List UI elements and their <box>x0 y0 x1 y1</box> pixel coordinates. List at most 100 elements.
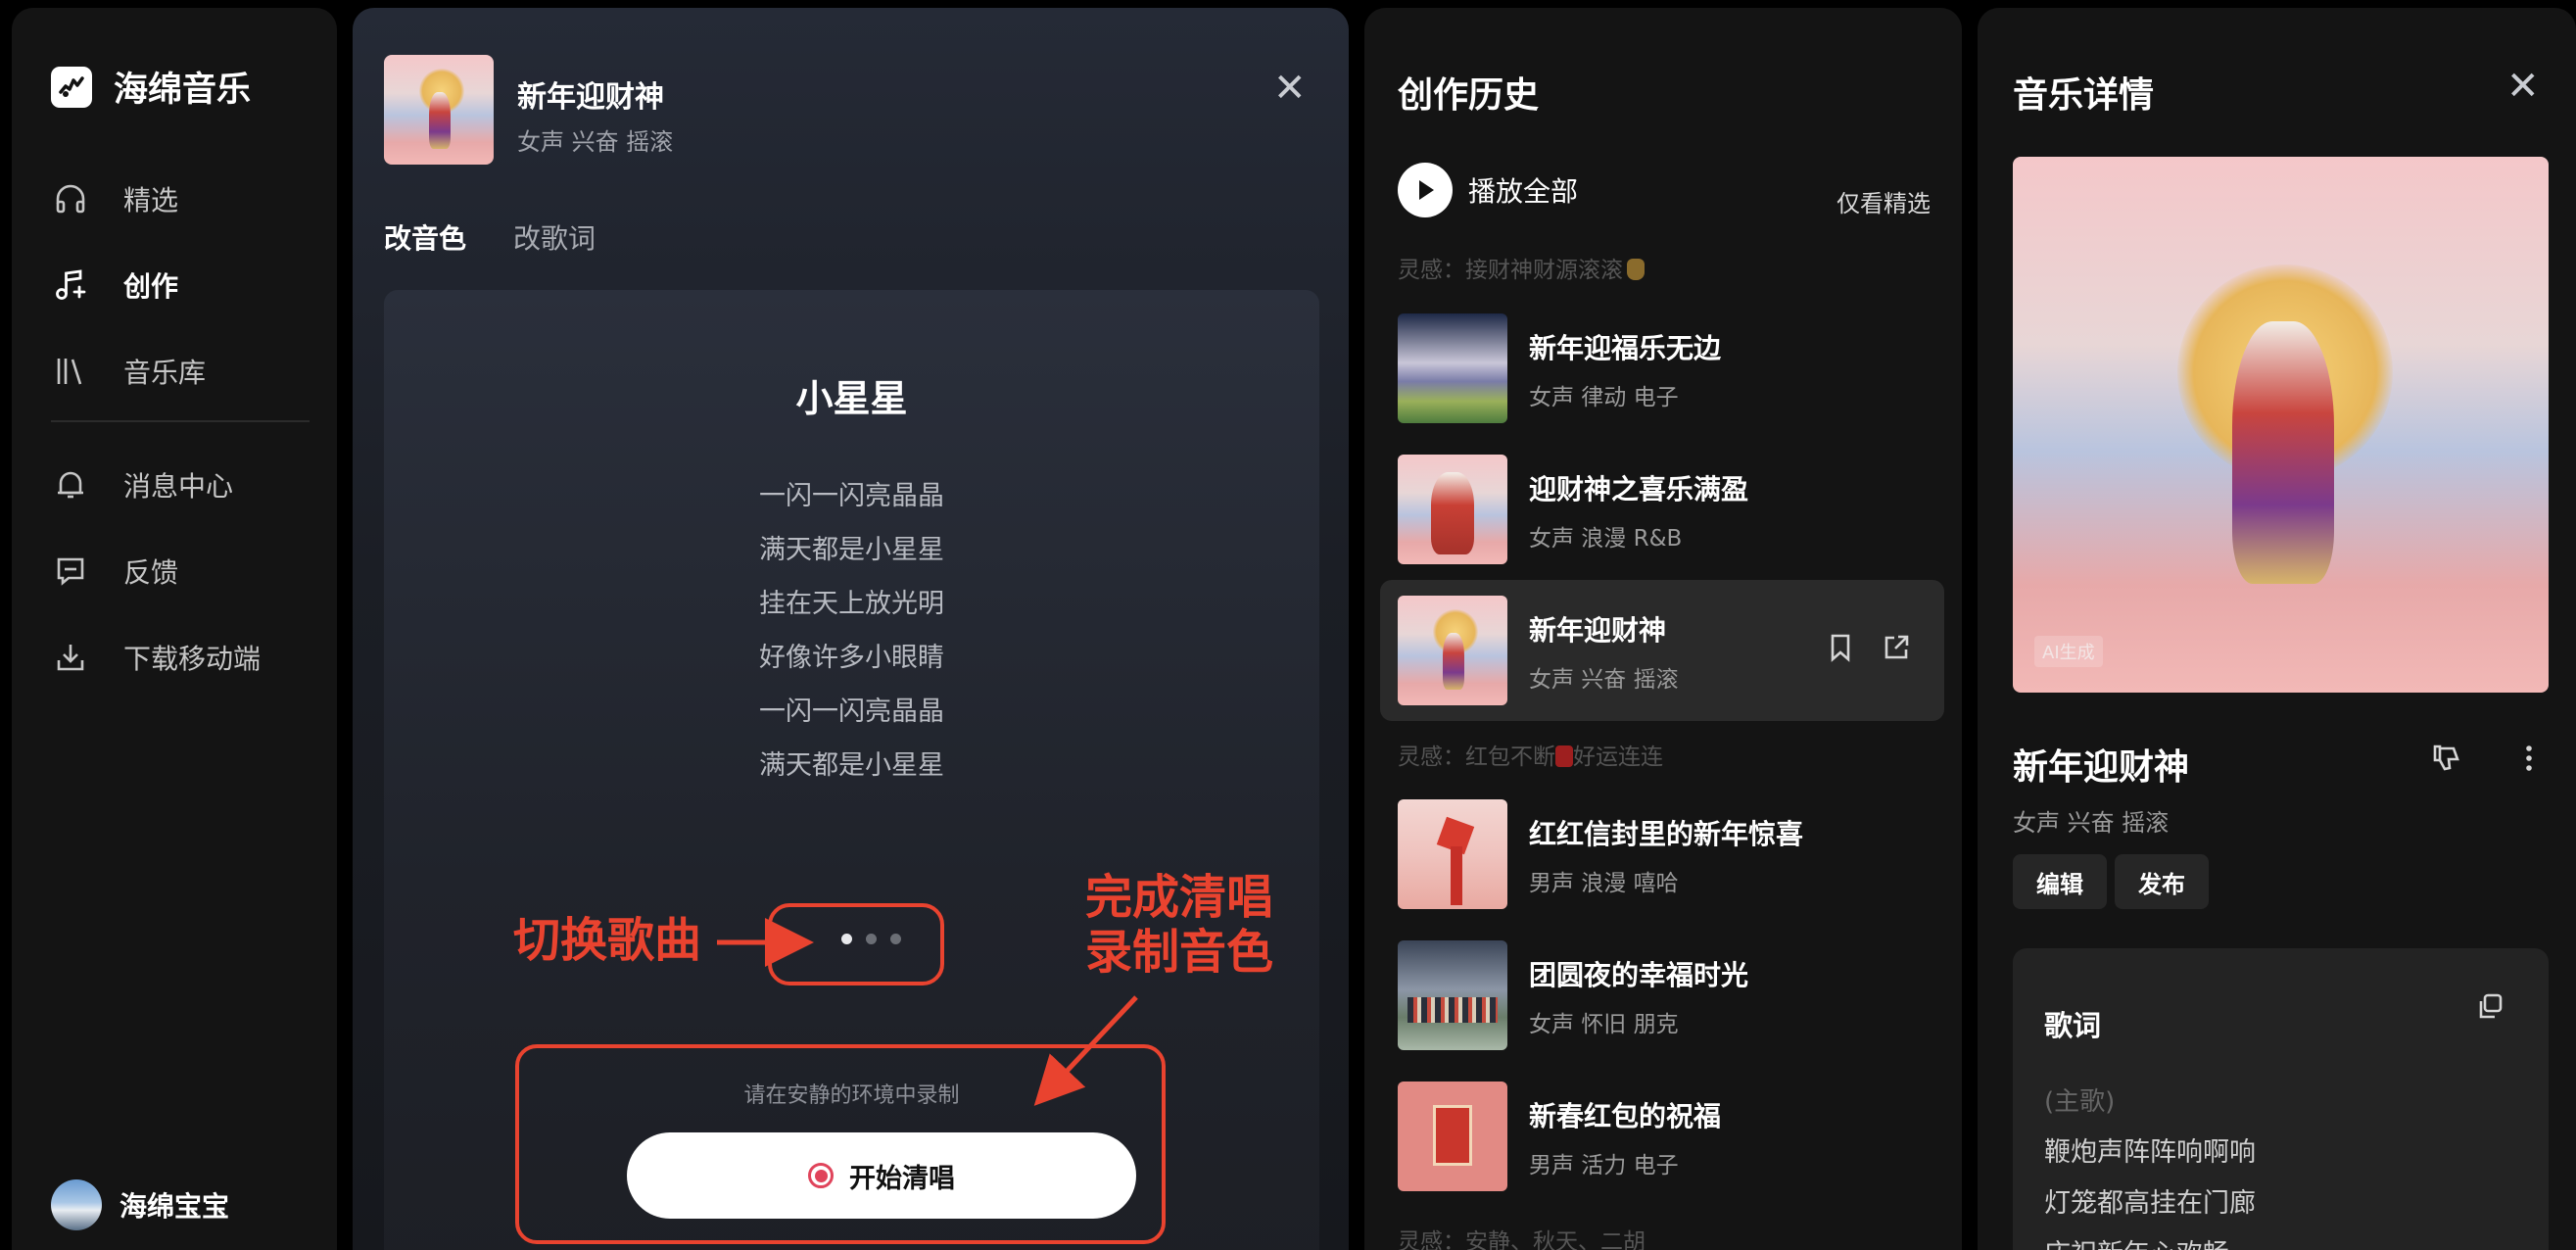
detail-song-tags: 女声 兴奋 摇滚 <box>2013 809 2170 837</box>
headphones-icon <box>51 179 90 218</box>
track-item[interactable]: 团圆夜的幸福时光 女声 怀旧 朋克 <box>1380 925 1944 1066</box>
share-icon[interactable] <box>1882 633 1911 666</box>
nav-item-featured[interactable]: 精选 <box>51 169 306 228</box>
lyrics-section: (主歌) <box>2044 1087 2116 1117</box>
avatar <box>51 1179 102 1230</box>
track-cover <box>1398 313 1507 423</box>
nav-label: 消息中心 <box>123 470 234 503</box>
annotation-finish-line1: 完成清唱 <box>1085 870 1274 925</box>
lyric-line: 挂在天上放光明 <box>759 589 944 619</box>
nav-item-create[interactable]: 创作 <box>51 256 306 314</box>
download-icon <box>51 638 90 677</box>
annotation-box-dots <box>768 903 944 986</box>
dislike-icon[interactable] <box>2430 743 2461 778</box>
song-title: 新年迎财神 <box>517 80 664 115</box>
play-all-label: 播放全部 <box>1468 175 1579 208</box>
lyric-line: 灯笼都高挂在门廊 <box>2044 1188 2256 1219</box>
nav-label: 反馈 <box>123 556 179 589</box>
track-title: 新春红包的祝福 <box>1529 1100 1722 1132</box>
track-cover <box>1398 455 1507 564</box>
nav-item-download[interactable]: 下载移动端 <box>51 628 306 687</box>
track-cover <box>1398 1082 1507 1191</box>
track-item-selected[interactable]: 新年迎财神 女声 兴奋 摇滚 <box>1380 580 1944 721</box>
user-name: 海绵宝宝 <box>119 1190 230 1223</box>
inspiration-label: 灵感：红包不断 好运连连 <box>1398 745 1663 770</box>
app-name: 海绵音乐 <box>114 71 252 110</box>
track-tags: 女声 律动 电子 <box>1529 385 1679 410</box>
nav-label: 下载移动端 <box>123 643 262 675</box>
tab-change-lyrics[interactable]: 改歌词 <box>513 217 596 257</box>
track-title: 红红信封里的新年惊喜 <box>1529 818 1804 850</box>
track-tags: 女声 兴奋 摇滚 <box>1529 667 1679 693</box>
library-icon <box>51 352 90 391</box>
inspiration-label: 灵感：接财神财源滚滚 <box>1398 251 1645 284</box>
track-tags: 女声 浪漫 R&B <box>1529 526 1683 552</box>
bookmark-icon[interactable] <box>1827 633 1854 666</box>
only-picked-toggle[interactable]: 仅看精选 <box>1837 184 1931 218</box>
track-cover <box>1398 596 1507 705</box>
nav-label: 音乐库 <box>123 357 207 389</box>
nav-label: 精选 <box>123 184 179 216</box>
lyric-line: 庆祝新年心欢畅 <box>2044 1232 2229 1250</box>
lyric-line: 鞭炮声阵阵响啊响 <box>2044 1137 2256 1168</box>
detail-cover: AI生成 <box>2013 157 2549 693</box>
track-item[interactable]: 红红信封里的新年惊喜 男声 浪漫 嘻哈 <box>1380 784 1944 925</box>
nav-item-feedback[interactable]: 反馈 <box>51 542 306 601</box>
lyric-line: 满天都是小星星 <box>759 750 944 781</box>
detail-panel: 音乐详情 ✕ AI生成 新年迎财神 女声 兴奋 摇滚 编辑 发布 歌词 (主歌)… <box>1978 8 2576 1250</box>
close-icon[interactable]: ✕ <box>2506 67 2540 106</box>
track-tags: 女声 怀旧 朋克 <box>1529 1012 1679 1037</box>
history-title: 创作历史 <box>1398 75 1540 116</box>
play-icon <box>1398 163 1453 217</box>
track-title: 迎财神之喜乐满盈 <box>1529 473 1749 505</box>
lyric-line: 好像许多小眼睛 <box>759 643 944 673</box>
track-tags: 男声 活力 电子 <box>1529 1153 1679 1178</box>
copy-icon[interactable] <box>2475 991 2504 1025</box>
money-bag-icon <box>1627 259 1645 280</box>
logo-icon <box>51 66 92 108</box>
annotation-box-record <box>515 1044 1166 1244</box>
song-cover <box>384 55 494 165</box>
tab-change-voice[interactable]: 改音色 <box>384 217 466 257</box>
app-logo[interactable]: 海绵音乐 <box>51 62 251 112</box>
track-item[interactable]: 迎财神之喜乐满盈 女声 浪漫 R&B <box>1380 439 1944 580</box>
publish-button[interactable]: 发布 <box>2115 854 2209 909</box>
nav-item-library[interactable]: 音乐库 <box>51 342 306 401</box>
track-item[interactable]: 新年迎福乐无边 女声 律动 电子 <box>1380 298 1944 439</box>
ai-generated-tag: AI生成 <box>2034 636 2103 667</box>
lyric-line: 一闪一闪亮晶晶 <box>759 697 944 727</box>
voice-panel: 新年迎财神 女声 兴奋 摇滚 ✕ 改音色 改歌词 小星星 一闪一闪亮晶晶 满天都… <box>353 8 1349 1250</box>
track-cover <box>1398 799 1507 909</box>
annotation-switch-song: 切换歌曲 <box>513 913 702 968</box>
user-profile[interactable]: 海绵宝宝 <box>51 1179 229 1230</box>
track-title: 新年迎财神 <box>1529 614 1667 647</box>
track-title: 团圆夜的幸福时光 <box>1529 959 1749 991</box>
nav-item-messages[interactable]: 消息中心 <box>51 456 306 514</box>
sample-song-name: 小星星 <box>795 377 908 420</box>
track-tags: 男声 浪漫 嘻哈 <box>1529 871 1679 896</box>
lyrics-title: 歌词 <box>2044 1009 2102 1042</box>
red-envelope-icon <box>1555 745 1573 767</box>
edit-button[interactable]: 编辑 <box>2013 854 2107 909</box>
nav-label: 创作 <box>123 270 179 303</box>
lyrics-box: 歌词 (主歌) 鞭炮声阵阵响啊响 灯笼都高挂在门廊 庆祝新年心欢畅 <box>2013 948 2549 1250</box>
nav-divider <box>51 420 310 422</box>
detail-song-title: 新年迎财神 <box>2013 747 2190 788</box>
track-item[interactable]: 新春红包的祝福 男声 活力 电子 <box>1380 1066 1944 1207</box>
sidebar: 海绵音乐 精选 创作 音乐库 消息中心 反馈 下载移动端 海绵宝宝 <box>12 8 337 1250</box>
close-icon[interactable]: ✕ <box>1273 69 1307 108</box>
play-all-button[interactable]: 播放全部 <box>1398 163 1578 217</box>
track-title: 新年迎福乐无边 <box>1529 332 1722 364</box>
history-panel: 创作历史 播放全部 仅看精选 灵感：接财神财源滚滚 新年迎福乐无边 女声 律动 … <box>1364 8 1962 1250</box>
lyric-line: 一闪一闪亮晶晶 <box>759 481 944 511</box>
music-note-sparkle-icon <box>51 265 90 305</box>
lyric-line: 满天都是小星星 <box>759 535 944 565</box>
bell-icon <box>51 465 90 505</box>
inspiration-label: 灵感：安静、秋天、二胡 <box>1398 1229 1646 1250</box>
track-actions <box>1827 633 1911 666</box>
song-tags: 女声 兴奋 摇滚 <box>517 128 674 156</box>
detail-title: 音乐详情 <box>2013 75 2155 116</box>
more-icon[interactable] <box>2524 743 2534 778</box>
feedback-icon <box>51 552 90 591</box>
track-cover <box>1398 940 1507 1050</box>
